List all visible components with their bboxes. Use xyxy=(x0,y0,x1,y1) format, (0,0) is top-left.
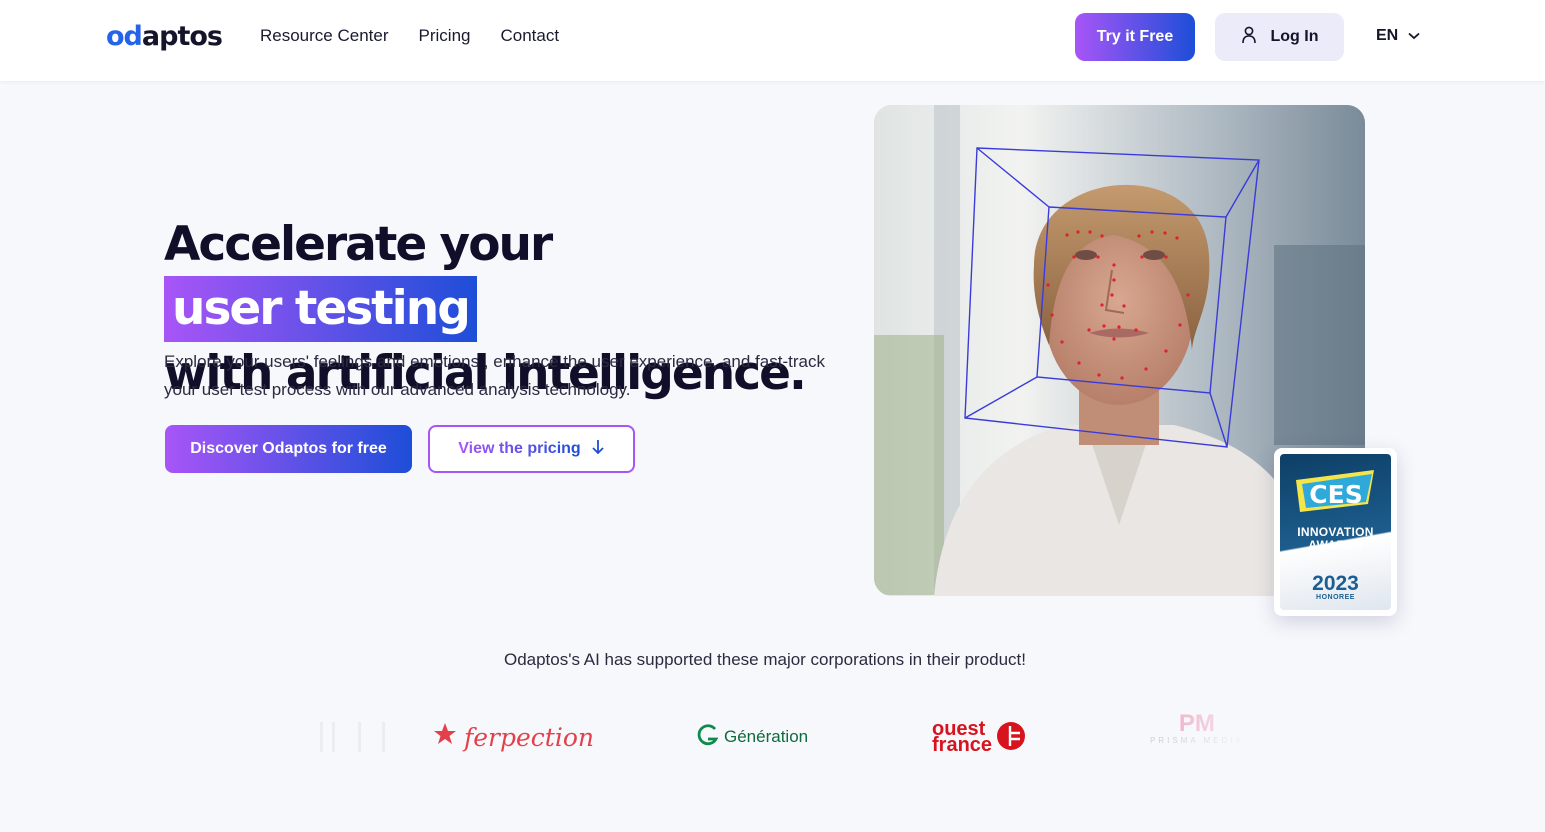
france-text: france xyxy=(932,734,993,756)
client-logos-carousel: ferpection Génération ouest france PM PR… xyxy=(270,712,1260,762)
ces-year: 2023 xyxy=(1312,572,1359,595)
ces-logo: CES xyxy=(1296,470,1374,512)
logo-text-od: od xyxy=(106,20,143,52)
clients-title: Odaptos's AI has supported these major c… xyxy=(503,650,1027,669)
login-label: Log In xyxy=(1270,28,1319,45)
chevron-down-icon xyxy=(1408,27,1420,45)
carousel-fade-right xyxy=(1170,712,1260,762)
headline-highlight: user testing xyxy=(164,276,477,342)
nav-contact[interactable]: Contact xyxy=(500,26,559,46)
view-pricing-button[interactable]: View the pricing xyxy=(428,425,635,473)
site-header: od aptos Resource Center Pricing Contact … xyxy=(0,0,1545,81)
faded-logo-left xyxy=(270,712,400,762)
ces-honoree: HONOREE xyxy=(1316,594,1355,601)
view-pricing-label: View the pricing xyxy=(458,440,581,457)
language-select[interactable]: EN xyxy=(1376,27,1420,45)
ces-awards-label: AWARDS xyxy=(1308,538,1363,552)
discover-free-button[interactable]: Discover Odaptos for free xyxy=(165,425,412,473)
logo-text-aptos: aptos xyxy=(141,20,223,52)
ferpection-text: ferpection xyxy=(464,722,594,752)
generation-text: Génération xyxy=(724,727,809,746)
main-nav: Resource Center Pricing Contact xyxy=(260,26,559,46)
hero-subtitle: Explore your users' feelings and emotion… xyxy=(164,352,825,399)
ouest-france-emblem-icon xyxy=(996,721,1026,753)
nav-pricing[interactable]: Pricing xyxy=(419,26,471,46)
headline-part-1: Accelerate your xyxy=(164,217,553,272)
generation-icon xyxy=(696,723,720,752)
odaptos-logo[interactable]: od aptos xyxy=(106,20,223,52)
ouest-france-wordmark: ouest france xyxy=(932,719,993,756)
ces-badge-inner: CES INNOVATION AWARDS 2023 HONOREE xyxy=(1280,454,1391,610)
nav-resource-center[interactable]: Resource Center xyxy=(260,26,389,46)
ferpection-logo: ferpection xyxy=(432,712,594,762)
generation-logo: Génération xyxy=(696,712,808,762)
star-icon xyxy=(432,721,458,753)
ces-logo-text: CES xyxy=(1309,480,1362,509)
try-free-button[interactable]: Try it Free xyxy=(1075,13,1195,61)
arrow-down-icon xyxy=(591,439,605,460)
user-icon xyxy=(1241,26,1257,49)
language-label: EN xyxy=(1376,27,1399,44)
ces-award-badge: CES INNOVATION AWARDS 2023 HONOREE xyxy=(1274,448,1397,616)
login-button[interactable]: Log In xyxy=(1215,13,1344,61)
ces-innovation-awards: INNOVATION AWARDS xyxy=(1280,526,1391,552)
ouest-france-logo: ouest france xyxy=(932,712,1026,762)
